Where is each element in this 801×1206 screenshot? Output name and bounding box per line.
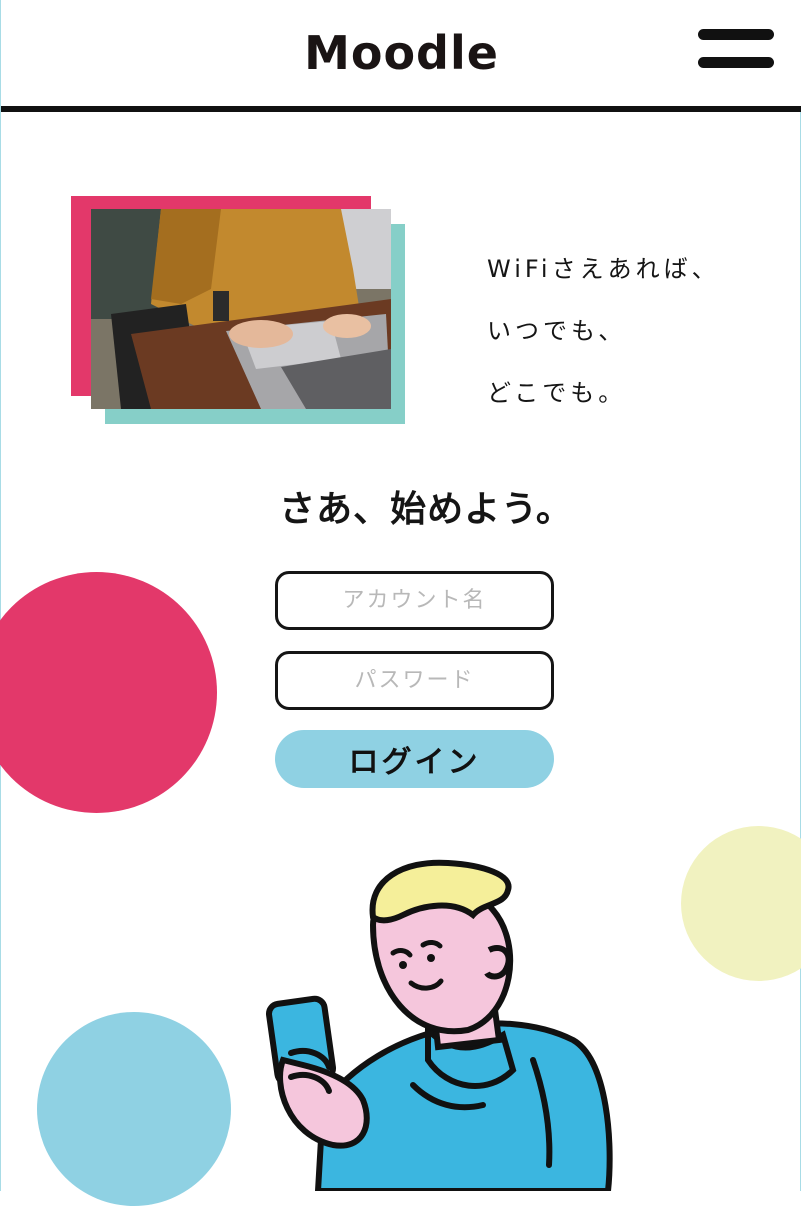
- laptop-photo: [91, 209, 391, 409]
- app-header: Moodle: [1, 0, 801, 112]
- tagline-line: いつでも、: [487, 317, 627, 345]
- tagline-line: どこでも。: [487, 379, 627, 407]
- decorative-blue-circle: [37, 1012, 231, 1206]
- password-input[interactable]: [275, 651, 554, 710]
- tagline-line: WiFiさえあれば、: [487, 255, 720, 283]
- man-with-phone-illustration: [263, 855, 623, 1194]
- login-headline: さあ、始めよう。: [279, 489, 573, 530]
- account-name-input[interactable]: [275, 571, 554, 630]
- login-button[interactable]: ログイン: [275, 730, 554, 788]
- hamburger-menu-icon[interactable]: [698, 28, 774, 70]
- decorative-yellow-circle: [681, 826, 801, 981]
- tagline: WiFiさえあれば、 いつでも、 どこでも。: [487, 238, 720, 424]
- menu-bar: [698, 29, 774, 40]
- app-logo[interactable]: Moodle: [1, 26, 801, 80]
- hero-photo-frame: [71, 196, 407, 426]
- menu-bar: [698, 57, 774, 68]
- decorative-red-circle: [0, 572, 217, 813]
